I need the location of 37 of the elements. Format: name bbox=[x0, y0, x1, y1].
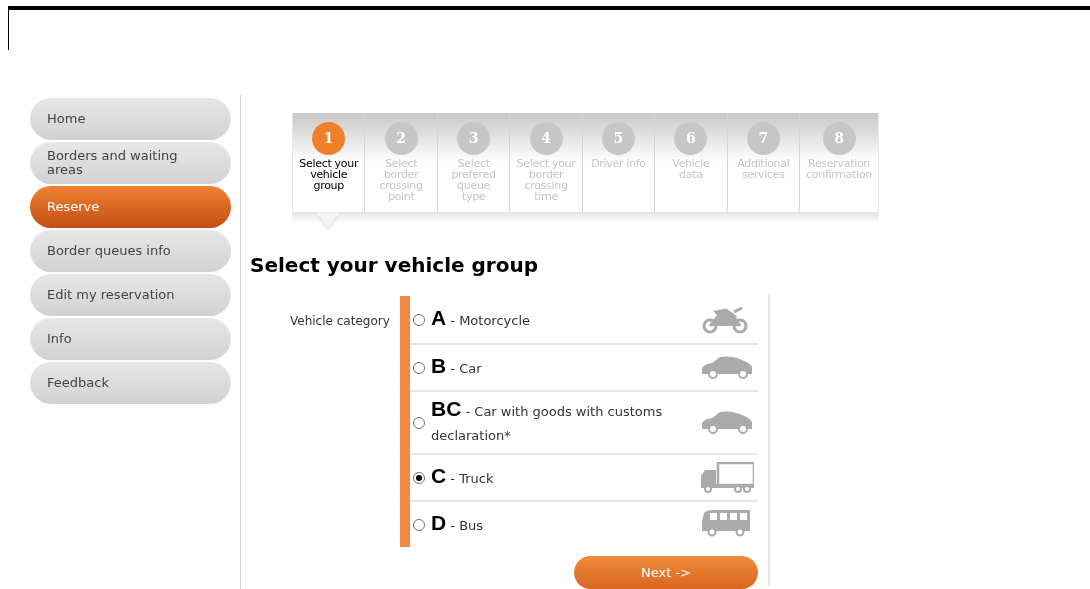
step-label: Reservation confirmation bbox=[805, 158, 873, 180]
option-label: B - Car bbox=[431, 354, 483, 379]
sidebar-item[interactable]: Borders and waiting areas bbox=[30, 142, 231, 184]
radio-button[interactable] bbox=[413, 471, 425, 484]
step-number: 6 bbox=[674, 122, 708, 155]
sidebar-item[interactable]: Reserve bbox=[30, 186, 231, 228]
step-label: Driver info bbox=[590, 158, 647, 169]
field-label: Vehicle category bbox=[290, 313, 391, 330]
pointer-icon bbox=[315, 212, 341, 230]
step-label: Select border crossing point bbox=[378, 158, 424, 202]
step-label: Vehicle data bbox=[671, 158, 711, 180]
radio-button[interactable] bbox=[413, 416, 425, 429]
option-label: A - Motorcycle bbox=[431, 306, 531, 331]
step-label: Select prefered queue type bbox=[450, 158, 497, 202]
step-number: 3 bbox=[457, 122, 491, 155]
sidebar-item[interactable]: Feedback bbox=[30, 362, 231, 404]
radio-button[interactable] bbox=[413, 313, 425, 326]
option-label: C - Truck bbox=[431, 464, 495, 489]
truck-icon bbox=[700, 462, 754, 493]
step-number: 1 bbox=[312, 122, 346, 155]
radio-button[interactable] bbox=[413, 518, 425, 531]
sidebar-item[interactable]: Info bbox=[30, 318, 231, 360]
sidebar-item[interactable]: Border queues info bbox=[30, 230, 231, 272]
sidebar-item[interactable]: Home bbox=[30, 98, 231, 140]
step-number: 2 bbox=[384, 122, 418, 155]
step-number: 4 bbox=[529, 122, 563, 155]
option-label: D - Bus bbox=[431, 511, 485, 536]
option-label: BC - Car with goods with customs declaration* bbox=[431, 397, 664, 445]
page-heading: Select your vehicle group bbox=[250, 252, 540, 279]
step-number: 7 bbox=[746, 122, 780, 155]
step-label: Select your border crossing time bbox=[515, 158, 577, 202]
radio-button[interactable] bbox=[413, 361, 425, 374]
step-label: Select your vehicle group bbox=[298, 158, 360, 191]
step-number: 8 bbox=[822, 122, 856, 155]
step-number: 5 bbox=[601, 122, 635, 155]
sidebar-item[interactable]: Edit my reservation bbox=[30, 274, 231, 316]
step-label: Additional services bbox=[736, 158, 791, 180]
